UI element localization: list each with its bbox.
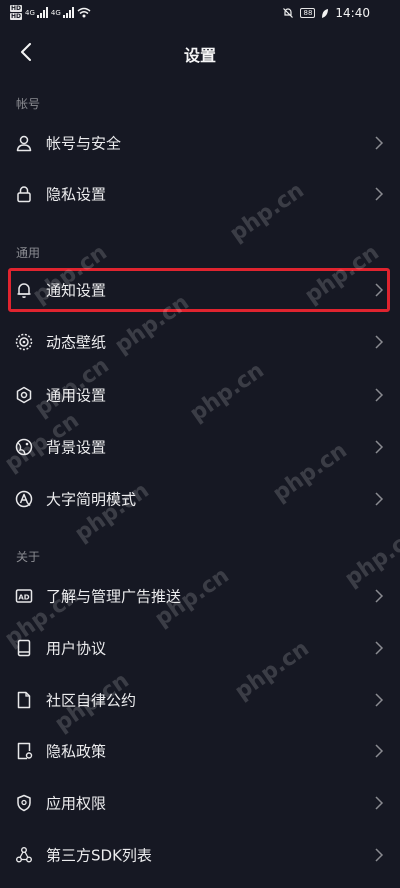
settings-item-community-guidelines[interactable]: 社区自律公约	[0, 675, 400, 725]
status-left: HD HD 4G 4G	[10, 5, 91, 20]
settings-item-label: 隐私政策	[46, 742, 107, 761]
settings-item-app-permissions[interactable]: 应用权限	[0, 778, 400, 828]
settings-item-label: 帐号与安全	[46, 134, 122, 153]
settings-item-label: 应用权限	[46, 794, 107, 813]
chevron-right-icon	[375, 848, 384, 862]
section-title-account: 帐号	[16, 97, 41, 111]
signal-2-icon	[62, 7, 74, 18]
settings-item-label: 第三方SDK列表	[46, 846, 152, 865]
settings-item-label: 大字简明模式	[46, 490, 137, 509]
page-title: 设置	[183, 46, 216, 65]
settings-item-live-wallpaper[interactable]: 动态壁纸	[0, 317, 400, 367]
settings-item-label: 通用设置	[46, 386, 107, 405]
settings-item-third-party-sdk[interactable]: 第三方SDK列表	[0, 830, 400, 880]
gear-icon	[14, 385, 34, 405]
chevron-right-icon	[375, 641, 384, 655]
privacy-doc-icon	[14, 741, 34, 761]
chevron-right-icon	[375, 440, 384, 454]
settings-item-user-agreement[interactable]: 用户协议	[0, 623, 400, 673]
share-icon	[14, 845, 34, 865]
ad-icon: AD	[14, 586, 34, 606]
settings-item-account-security[interactable]: 帐号与安全	[0, 118, 400, 168]
chevron-right-icon	[375, 492, 384, 506]
wifi-icon	[77, 7, 91, 18]
section-title-about: 关于	[16, 550, 41, 564]
chevron-right-icon	[375, 796, 384, 810]
chevron-right-icon	[375, 335, 384, 349]
mute-bell-icon	[283, 8, 294, 18]
settings-item-privacy-policy[interactable]: 隐私政策	[0, 726, 400, 776]
battery-icon: 88	[300, 8, 316, 18]
background-icon	[14, 437, 34, 457]
settings-item-label: 社区自律公约	[46, 691, 137, 710]
chevron-right-icon	[375, 136, 384, 150]
settings-item-general-settings[interactable]: 通用设置	[0, 370, 400, 420]
signal-1-icon	[36, 7, 48, 18]
status-right: 88 14:40	[282, 6, 370, 20]
chevron-right-icon	[375, 187, 384, 201]
network-type-1: 4G	[25, 8, 35, 17]
hd-badges: HD HD	[10, 5, 23, 20]
settings-screen: HD HD 4G 4G 88 14:40 设置 帐号 帐号与安全 隐私设置 通用…	[0, 0, 400, 888]
large-text-icon	[14, 489, 34, 509]
settings-item-label: 隐私设置	[46, 185, 107, 204]
settings-item-label: 了解与管理广告推送	[46, 587, 182, 606]
chevron-right-icon	[375, 283, 384, 297]
hd-badge-1: HD	[10, 5, 23, 12]
nav-header: 设置	[0, 28, 400, 76]
chevron-right-icon	[375, 744, 384, 758]
hd-badge-2: HD	[10, 13, 23, 20]
settings-item-background-settings[interactable]: 背景设置	[0, 422, 400, 472]
settings-item-label: 用户协议	[46, 639, 107, 658]
network-type-2: 4G	[50, 8, 61, 17]
settings-item-label: 动态壁纸	[46, 333, 107, 352]
svg-text:AD: AD	[18, 593, 29, 601]
lock-icon	[14, 184, 34, 204]
status-time: 14:40	[335, 6, 370, 20]
section-title-general: 通用	[16, 246, 41, 260]
settings-item-ad-management[interactable]: AD 了解与管理广告推送	[0, 571, 400, 621]
wallpaper-icon	[14, 332, 34, 352]
settings-item-label: 背景设置	[46, 438, 107, 457]
chevron-right-icon	[375, 589, 384, 603]
status-bar: HD HD 4G 4G 88 14:40	[0, 0, 400, 28]
chevron-right-icon	[375, 693, 384, 707]
user-icon	[14, 133, 34, 153]
shield-icon	[14, 793, 34, 813]
settings-item-large-text-mode[interactable]: 大字简明模式	[0, 474, 400, 524]
chevron-right-icon	[375, 388, 384, 402]
settings-item-label: 通知设置	[46, 281, 107, 300]
book-icon	[14, 638, 34, 658]
leaf-icon	[322, 8, 329, 18]
settings-item-notification-settings[interactable]: 通知设置	[0, 265, 400, 315]
document-icon	[14, 690, 34, 710]
settings-item-privacy-settings[interactable]: 隐私设置	[0, 169, 400, 219]
bell-icon	[14, 280, 34, 300]
